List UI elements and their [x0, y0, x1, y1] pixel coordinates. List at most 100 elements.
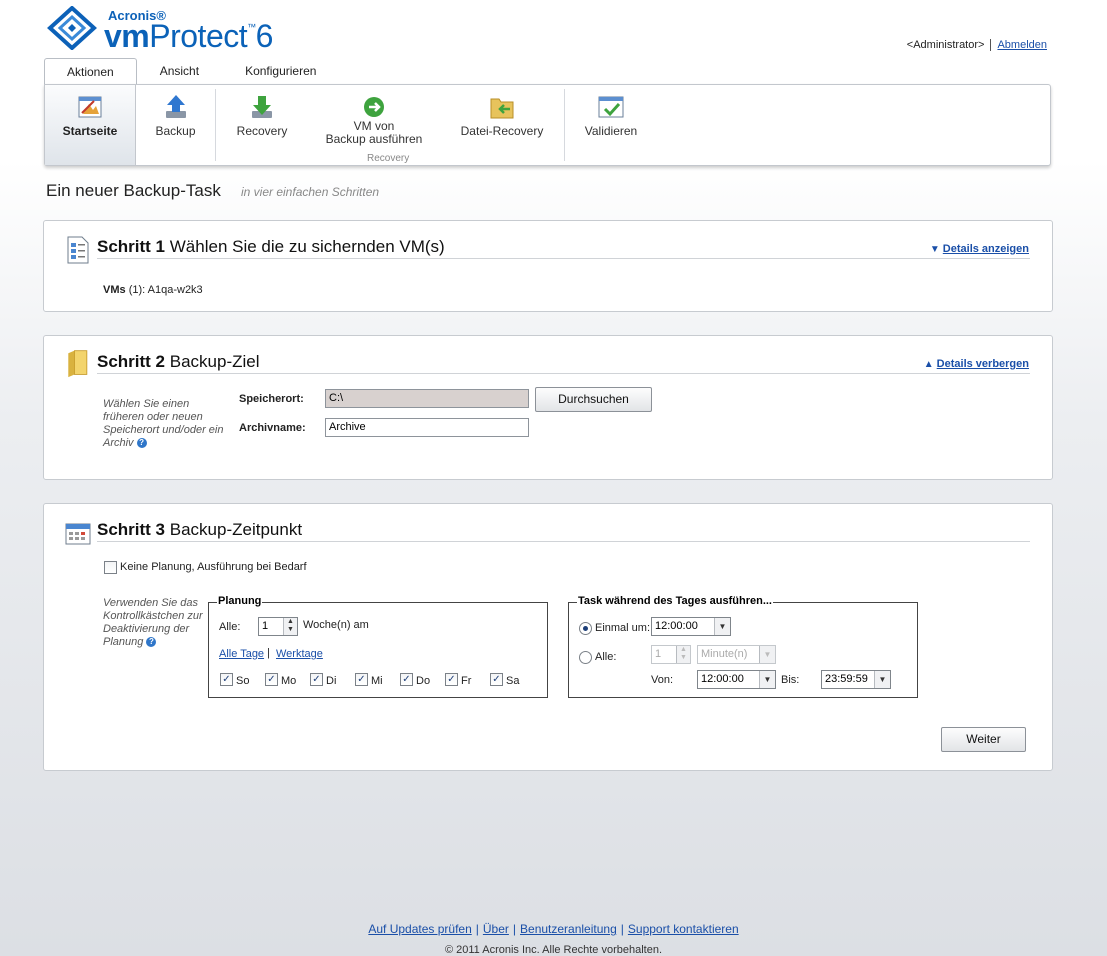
home-icon — [78, 96, 102, 118]
day-label-fr: Fr — [461, 675, 472, 687]
calendar-icon — [65, 523, 91, 545]
user-bar: <Administrator> Abmelden — [906, 39, 1047, 52]
page-title: Ein neuer Backup-Task — [46, 181, 221, 200]
file-recovery-label: Datei-Recovery — [460, 124, 544, 138]
weeks-stepper[interactable]: 1 ▲ ▼ — [258, 617, 298, 636]
dropdown-arrow-icon[interactable]: ▼ — [759, 671, 775, 688]
home-button[interactable]: Startseite — [45, 85, 136, 165]
interval-stepper[interactable]: 1 ▲ ▼ — [651, 645, 691, 664]
file-recovery-folder-icon — [490, 98, 514, 119]
all-days-link[interactable]: Alle Tage — [219, 648, 264, 660]
workdays-link[interactable]: Werktage — [276, 648, 323, 660]
day-label-sa: Sa — [506, 675, 520, 687]
every-weeks-label: Alle: — [219, 621, 241, 633]
logout-link[interactable]: Abmelden — [997, 39, 1047, 51]
dropdown-arrow-icon[interactable]: ▼ — [759, 646, 775, 663]
day-label-mo: Mo — [281, 675, 297, 687]
no-schedule-checkbox[interactable] — [104, 561, 117, 574]
run-every-radio[interactable] — [579, 651, 592, 664]
triangle-up-icon: ▲ — [923, 359, 934, 370]
daytime-title: Task während des Tages ausführen... — [577, 595, 773, 607]
daytime-group: Task während des Tages ausführen... Einm… — [568, 595, 918, 698]
day-checkbox-sa[interactable]: ✓ — [490, 673, 503, 686]
from-label: Von: — [651, 674, 674, 686]
recovery-download-icon — [252, 96, 272, 118]
footer-links: Auf Updates prüfen | Über | Benutzeranleitun… — [368, 922, 739, 936]
to-label: Bis: — [781, 674, 800, 686]
run-vm-icon — [364, 97, 384, 117]
folder-icon — [68, 350, 88, 378]
location-field[interactable]: C:\ — [325, 389, 529, 408]
archive-name-label: Archivname: — [239, 422, 306, 434]
run-once-radio[interactable] — [579, 622, 592, 635]
day-checkbox-do[interactable]: ✓ — [400, 673, 413, 686]
validate-label: Validieren — [584, 124, 638, 138]
day-label-mi: Mi — [371, 675, 383, 687]
help-icon[interactable]: ? — [146, 637, 157, 648]
location-label: Speicherort: — [239, 393, 304, 405]
backup-button[interactable]: Backup — [137, 85, 214, 165]
backup-upload-icon — [165, 95, 186, 118]
day-checkbox-so[interactable]: ✓ — [220, 673, 233, 686]
vms-summary: VMs (1): A1qa-w2k3 — [103, 284, 203, 296]
document-list-icon — [67, 236, 89, 264]
dropdown-arrow-icon[interactable]: ▼ — [714, 618, 730, 635]
page-subtitle: in vier einfachen Schritten — [241, 185, 380, 199]
file-recovery-button[interactable]: Datei-Recovery — [445, 85, 559, 165]
brand-product: vmProtect™6 — [104, 18, 273, 54]
about-link[interactable]: Über — [483, 922, 509, 936]
validate-check-icon — [598, 96, 624, 118]
user-name: <Administrator> — [906, 39, 985, 51]
step2-title: Schritt 2 Backup-Ziel — [97, 352, 260, 371]
recovery-group-label: Recovery — [367, 153, 410, 164]
run-every-label: Alle: — [595, 651, 617, 663]
recovery-label: Recovery — [236, 124, 288, 138]
day-checkbox-mi[interactable]: ✓ — [355, 673, 368, 686]
next-button[interactable]: Weiter — [941, 727, 1026, 752]
stepper-arrows-icon[interactable]: ▲ ▼ — [676, 646, 690, 663]
action-ribbon: Startseite Backup Recovery VM von Backup … — [44, 84, 1051, 166]
run-vm-label: VM von Backup ausführen — [325, 119, 423, 146]
recovery-button[interactable]: Recovery — [217, 85, 307, 165]
day-label-so: So — [236, 675, 250, 687]
no-schedule-label: Keine Planung, Ausführung bei Bedarf — [120, 561, 307, 573]
check-updates-link[interactable]: Auf Updates prüfen — [368, 922, 471, 936]
step3-hint: Verwenden Sie das Kontrollkästchen zur Dea… — [103, 597, 203, 648]
acronis-logo-icon — [47, 6, 97, 50]
to-time[interactable]: 23:59:59 ▼ — [821, 670, 891, 689]
step3-panel: Schritt 3 Backup-Zeitpunkt Keine Planung… — [43, 503, 1053, 771]
tab-konfigurieren[interactable]: Konfigurieren — [222, 58, 339, 85]
triangle-down-icon: ▼ — [929, 244, 940, 255]
help-icon[interactable]: ? — [136, 438, 147, 449]
step2-hide-details[interactable]: ▲ Details verbergen — [924, 358, 1029, 370]
product-logo: Acronis® vmProtect™6 — [44, 4, 304, 54]
browse-button[interactable]: Durchsuchen — [535, 387, 652, 412]
step1-show-details[interactable]: ▼ Details anzeigen — [930, 243, 1029, 255]
validate-button[interactable]: Validieren — [571, 85, 651, 165]
run-once-time[interactable]: 12:00:00 ▼ — [651, 617, 731, 636]
run-once-label: Einmal um: — [595, 622, 651, 634]
day-checkbox-di[interactable]: ✓ — [310, 673, 323, 686]
backup-label: Backup — [155, 124, 196, 138]
home-label: Startseite — [62, 124, 118, 138]
step1-panel: Schritt 1 Wählen Sie die zu sichernden V… — [43, 220, 1053, 312]
step2-hint: Wählen Sie einen früheren oder neuen Speic… — [103, 398, 224, 449]
step1-title: Schritt 1 Wählen Sie die zu sichernden V… — [97, 237, 445, 256]
day-checkbox-mo[interactable]: ✓ — [265, 673, 278, 686]
copyright: © 2011 Acronis Inc. Alle Rechte vorbehal… — [444, 944, 663, 956]
day-label-di: Di — [326, 675, 337, 687]
archive-name-input[interactable]: Archive — [325, 418, 529, 437]
user-manual-link[interactable]: Benutzeranleitung — [520, 922, 617, 936]
dropdown-arrow-icon[interactable]: ▼ — [874, 671, 890, 688]
from-time[interactable]: 12:00:00 ▼ — [697, 670, 776, 689]
main-tabs: Aktionen Ansicht Konfigurieren — [44, 58, 339, 85]
interval-unit-select[interactable]: Minute(n) ▼ — [697, 645, 776, 664]
stepper-arrows-icon[interactable]: ▲ ▼ — [283, 618, 297, 635]
tab-aktionen[interactable]: Aktionen — [44, 58, 137, 85]
planning-group: Planung Alle: 1 ▲ ▼ Woche(n) am Alle Tage … — [208, 595, 548, 698]
contact-support-link[interactable]: Support kontaktieren — [628, 922, 739, 936]
step2-panel: Schritt 2 Backup-Ziel ▲ Details verbergen… — [43, 335, 1053, 480]
weeks-unit-label: Woche(n) am — [303, 619, 369, 631]
tab-ansicht[interactable]: Ansicht — [137, 58, 222, 85]
day-checkbox-fr[interactable]: ✓ — [445, 673, 458, 686]
